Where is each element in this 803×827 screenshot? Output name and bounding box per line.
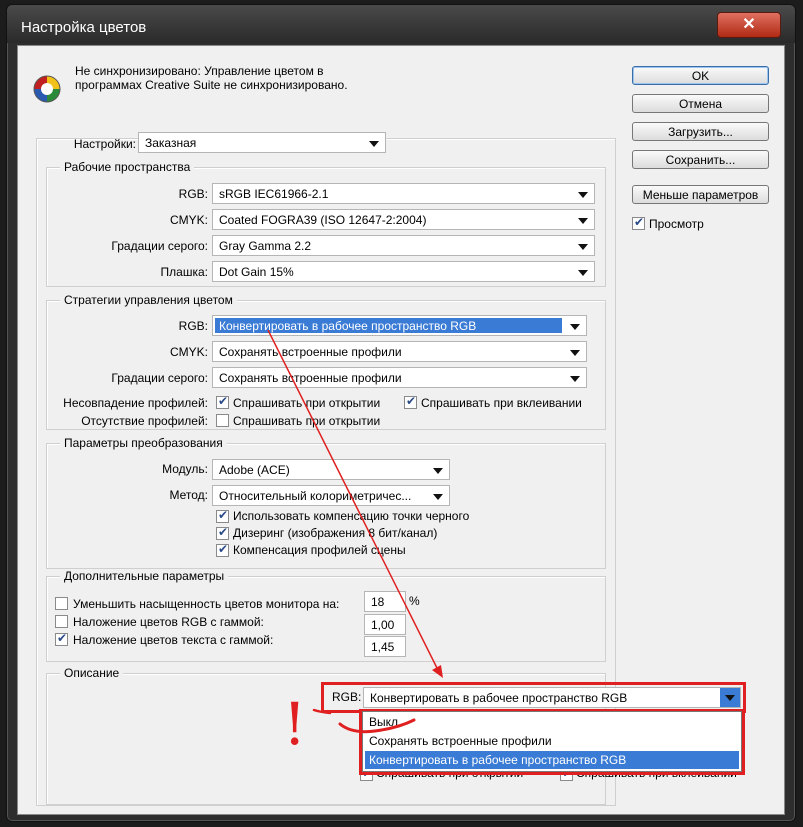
annotation-dash	[312, 708, 332, 715]
annotation-overlay	[267, 329, 443, 734]
annotation-exclamation: !	[283, 690, 307, 758]
annotation-underline	[338, 718, 416, 734]
annotation-arrow-line	[267, 329, 439, 671]
annotation-arrow-head	[432, 665, 443, 678]
